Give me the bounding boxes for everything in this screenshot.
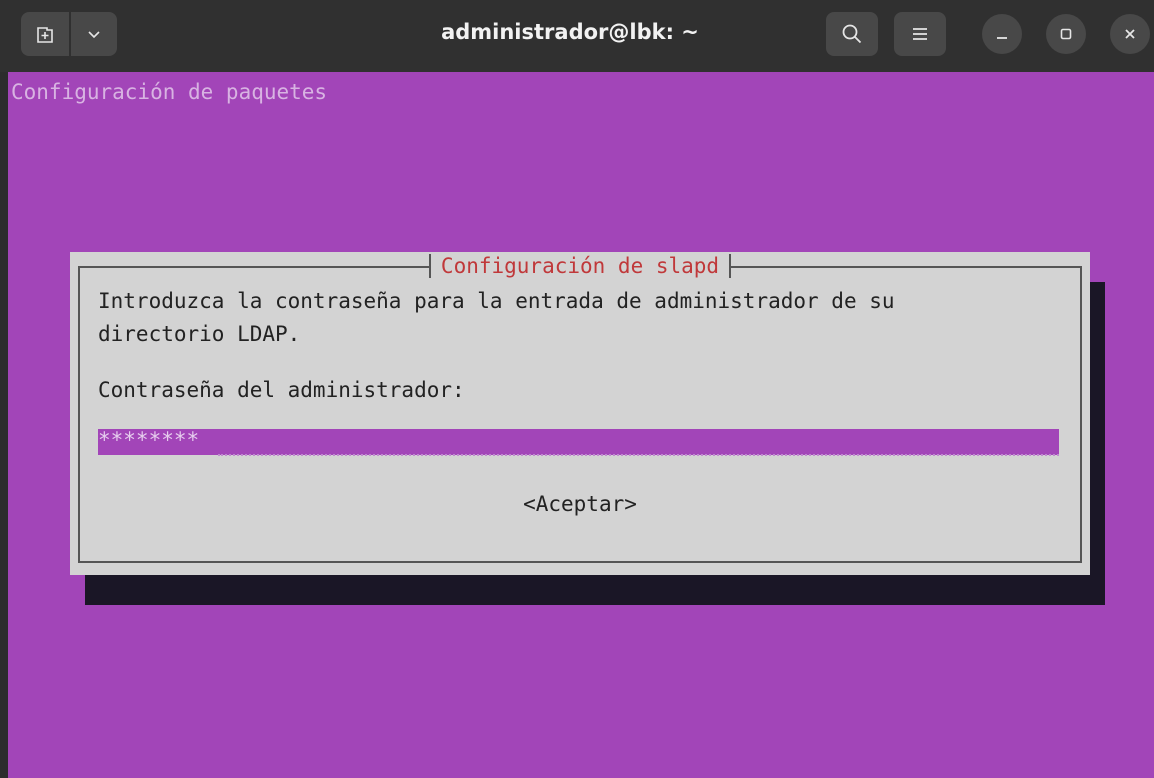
- hamburger-menu-button[interactable]: [894, 12, 946, 56]
- search-button[interactable]: [826, 12, 878, 56]
- tab-menu-button[interactable]: [71, 12, 117, 56]
- hamburger-menu-icon: [913, 28, 927, 40]
- maximize-button[interactable]: [1046, 14, 1086, 54]
- slapd-config-dialog: Configuración de slapd Introduzca la con…: [70, 252, 1090, 575]
- window-title: administrador@lbk: ~: [441, 20, 699, 44]
- password-input[interactable]: ********: [98, 428, 1059, 456]
- minimize-button[interactable]: [982, 14, 1022, 54]
- dialog-message-line-1: Introduzca la contraseña para la entrada…: [98, 289, 895, 313]
- password-value: ********: [98, 428, 200, 452]
- new-tab-button[interactable]: [21, 12, 69, 56]
- new-tab-icon: [37, 27, 53, 43]
- maximize-icon: [1060, 28, 1072, 40]
- title-bar: administrador@lbk: ~: [0, 0, 1154, 72]
- terminal-window: administrador@lbk: ~ Configuración de pa…: [0, 0, 1154, 778]
- close-icon: [1125, 29, 1135, 39]
- accept-button[interactable]: <Aceptar>: [70, 492, 1090, 516]
- password-label: Contraseña del administrador:: [98, 378, 465, 402]
- dialog-title: Configuración de slapd: [70, 254, 1090, 278]
- search-icon: [842, 24, 862, 44]
- dialog-title-text: Configuración de slapd: [428, 254, 732, 278]
- chevron-down-icon: [88, 31, 100, 39]
- dialog-message-line-2: directorio LDAP.: [98, 322, 301, 346]
- terminal-screen[interactable]: Configuración de paquetes Configuración …: [8, 72, 1154, 778]
- terminal-header: Configuración de paquetes: [11, 80, 328, 104]
- minimize-icon: [997, 37, 1007, 39]
- close-button[interactable]: [1110, 14, 1150, 54]
